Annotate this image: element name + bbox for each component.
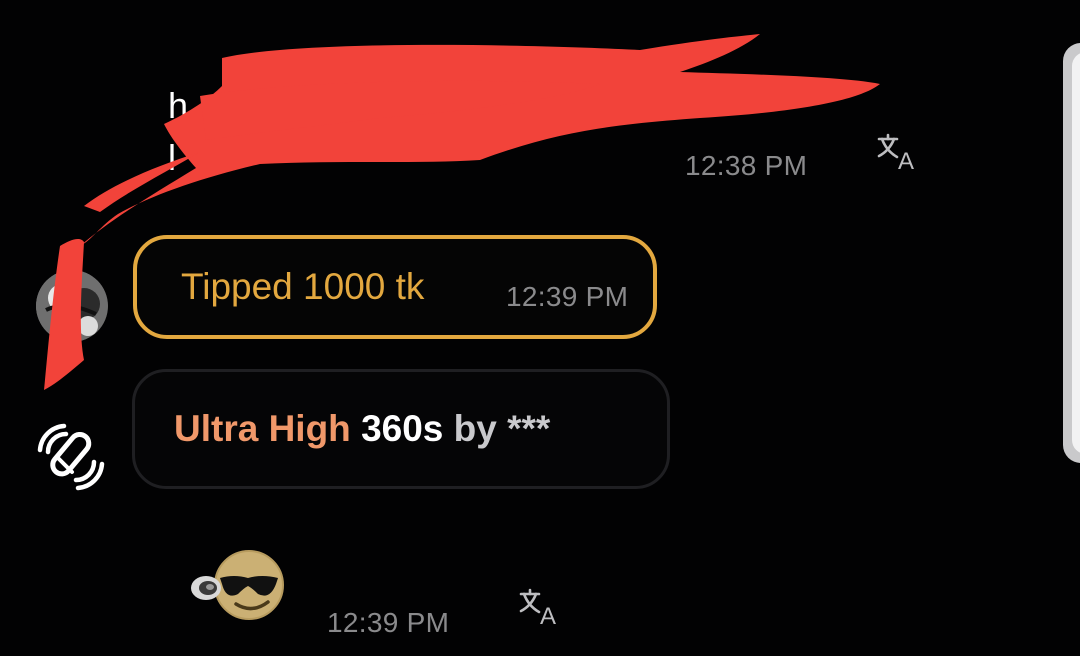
vibration-duration: 360s	[361, 408, 444, 449]
sunglasses-emoji	[186, 548, 286, 622]
translate-icon[interactable]: A	[876, 133, 920, 175]
activated-by-text: by ***	[453, 408, 551, 449]
translate-icon[interactable]: A	[518, 588, 562, 630]
message-line-2: l	[168, 137, 177, 178]
scrollbar-thumb[interactable]	[1072, 52, 1080, 454]
svg-text:A: A	[540, 603, 556, 628]
message-line-1: h	[168, 85, 189, 126]
svg-text:A: A	[898, 148, 914, 173]
message-timestamp: 12:38 PM	[685, 150, 808, 181]
vibration-level-label: Ultra High	[174, 408, 351, 449]
user-avatar[interactable]	[36, 270, 108, 342]
tip-text: Tipped 1000 tk	[181, 266, 425, 307]
chat-message-text: h l	[168, 80, 189, 184]
vibrating-toy-icon	[34, 420, 108, 494]
toy-activation-text: Ultra High 360s by ***	[174, 408, 550, 450]
message-timestamp: 12:39 PM	[327, 607, 450, 638]
chat-view: h l 12:38 PM A Tipped 1000 tk 12:39 PM U…	[0, 0, 1080, 656]
message-timestamp: 12:39 PM	[506, 281, 629, 312]
